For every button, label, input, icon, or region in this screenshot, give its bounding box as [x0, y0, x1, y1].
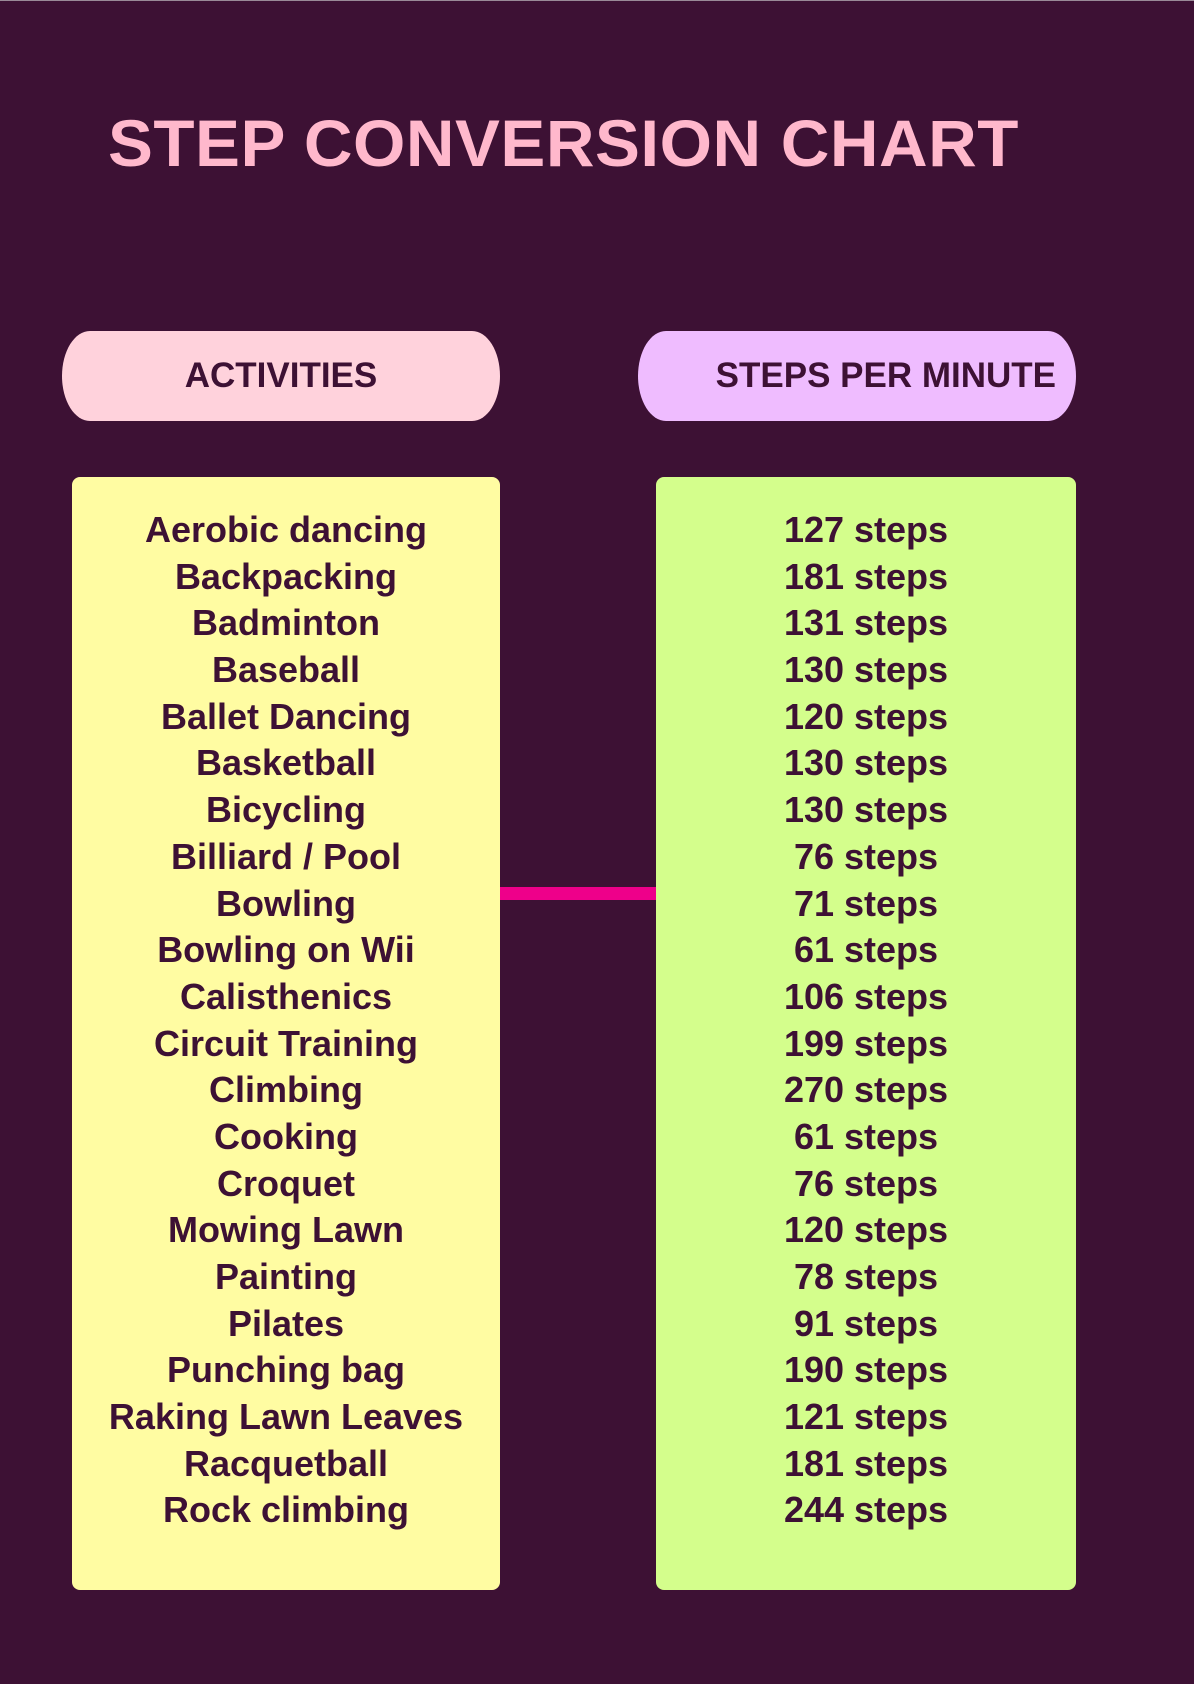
steps-item: 61 steps	[793, 1115, 939, 1157]
steps-item: 131 steps	[783, 602, 949, 644]
steps-item: 106 steps	[783, 975, 949, 1017]
steps-item: 199 steps	[783, 1022, 949, 1064]
steps-item: 190 steps	[783, 1349, 949, 1391]
activity-item: Racquetball	[183, 1442, 389, 1484]
page-title: STEP CONVERSION CHART	[108, 106, 1019, 180]
activity-item: Billiard / Pool	[170, 835, 402, 877]
activity-item: Punching bag	[167, 1349, 405, 1391]
activity-item: Rock climbing	[162, 1489, 410, 1531]
steps-item: 71 steps	[793, 882, 939, 924]
activity-item: Painting	[215, 1256, 357, 1297]
steps-item: 76 steps	[793, 1162, 939, 1204]
activity-item: Mowing Lawn	[168, 1209, 404, 1251]
activities-panel: Aerobic dancing Backpacking Badminton Baseb…	[72, 477, 500, 1590]
activity-item: Calisthenics	[179, 975, 393, 1017]
activity-item: Bowling on Wii	[157, 929, 415, 971]
activities-header: ACTIVITIES	[62, 331, 500, 421]
steps-item: 76 steps	[793, 835, 939, 877]
steps-per-minute-header: STEPS PER MINUTE	[638, 331, 1076, 421]
activity-item: Badminton	[192, 602, 380, 644]
activity-item: Aerobic dancing	[144, 509, 428, 550]
activity-item: Pilates	[227, 1302, 345, 1344]
activity-item: Cooking	[214, 1115, 358, 1157]
activity-item: Backpacking	[174, 555, 398, 597]
activity-item: Raking Lawn Leaves	[108, 1396, 464, 1438]
steps-item: 121 steps	[783, 1396, 949, 1438]
steps-item: 120 steps	[783, 695, 949, 737]
steps-item: 270 steps	[783, 1069, 949, 1111]
steps-item: 130 steps	[783, 789, 949, 831]
steps-item: 78 steps	[793, 1256, 939, 1297]
steps-item: 127 steps	[783, 509, 949, 550]
activity-item: Circuit Training	[153, 1022, 419, 1064]
activity-item: Baseball	[211, 649, 361, 691]
steps-panel: 127 steps 181 steps 131 steps 130 steps 120 …	[656, 477, 1076, 1590]
steps-item: 130 steps	[783, 742, 949, 784]
connector-line	[500, 887, 656, 900]
steps-item: 181 steps	[783, 1442, 949, 1484]
steps-item: 244 steps	[783, 1489, 949, 1531]
activity-item: Basketball	[195, 742, 377, 784]
activity-item: Climbing	[209, 1069, 363, 1111]
steps-item: 130 steps	[783, 649, 949, 691]
steps-item: 181 steps	[783, 555, 949, 597]
activity-item: Bicycling	[205, 789, 367, 831]
steps-item: 61 steps	[793, 929, 939, 971]
activity-item: Bowling	[216, 882, 356, 924]
activity-item: Ballet Dancing	[160, 695, 412, 737]
steps-item: 120 steps	[783, 1209, 949, 1251]
steps-item: 91 steps	[793, 1302, 939, 1344]
activity-item: Croquet	[217, 1162, 355, 1204]
